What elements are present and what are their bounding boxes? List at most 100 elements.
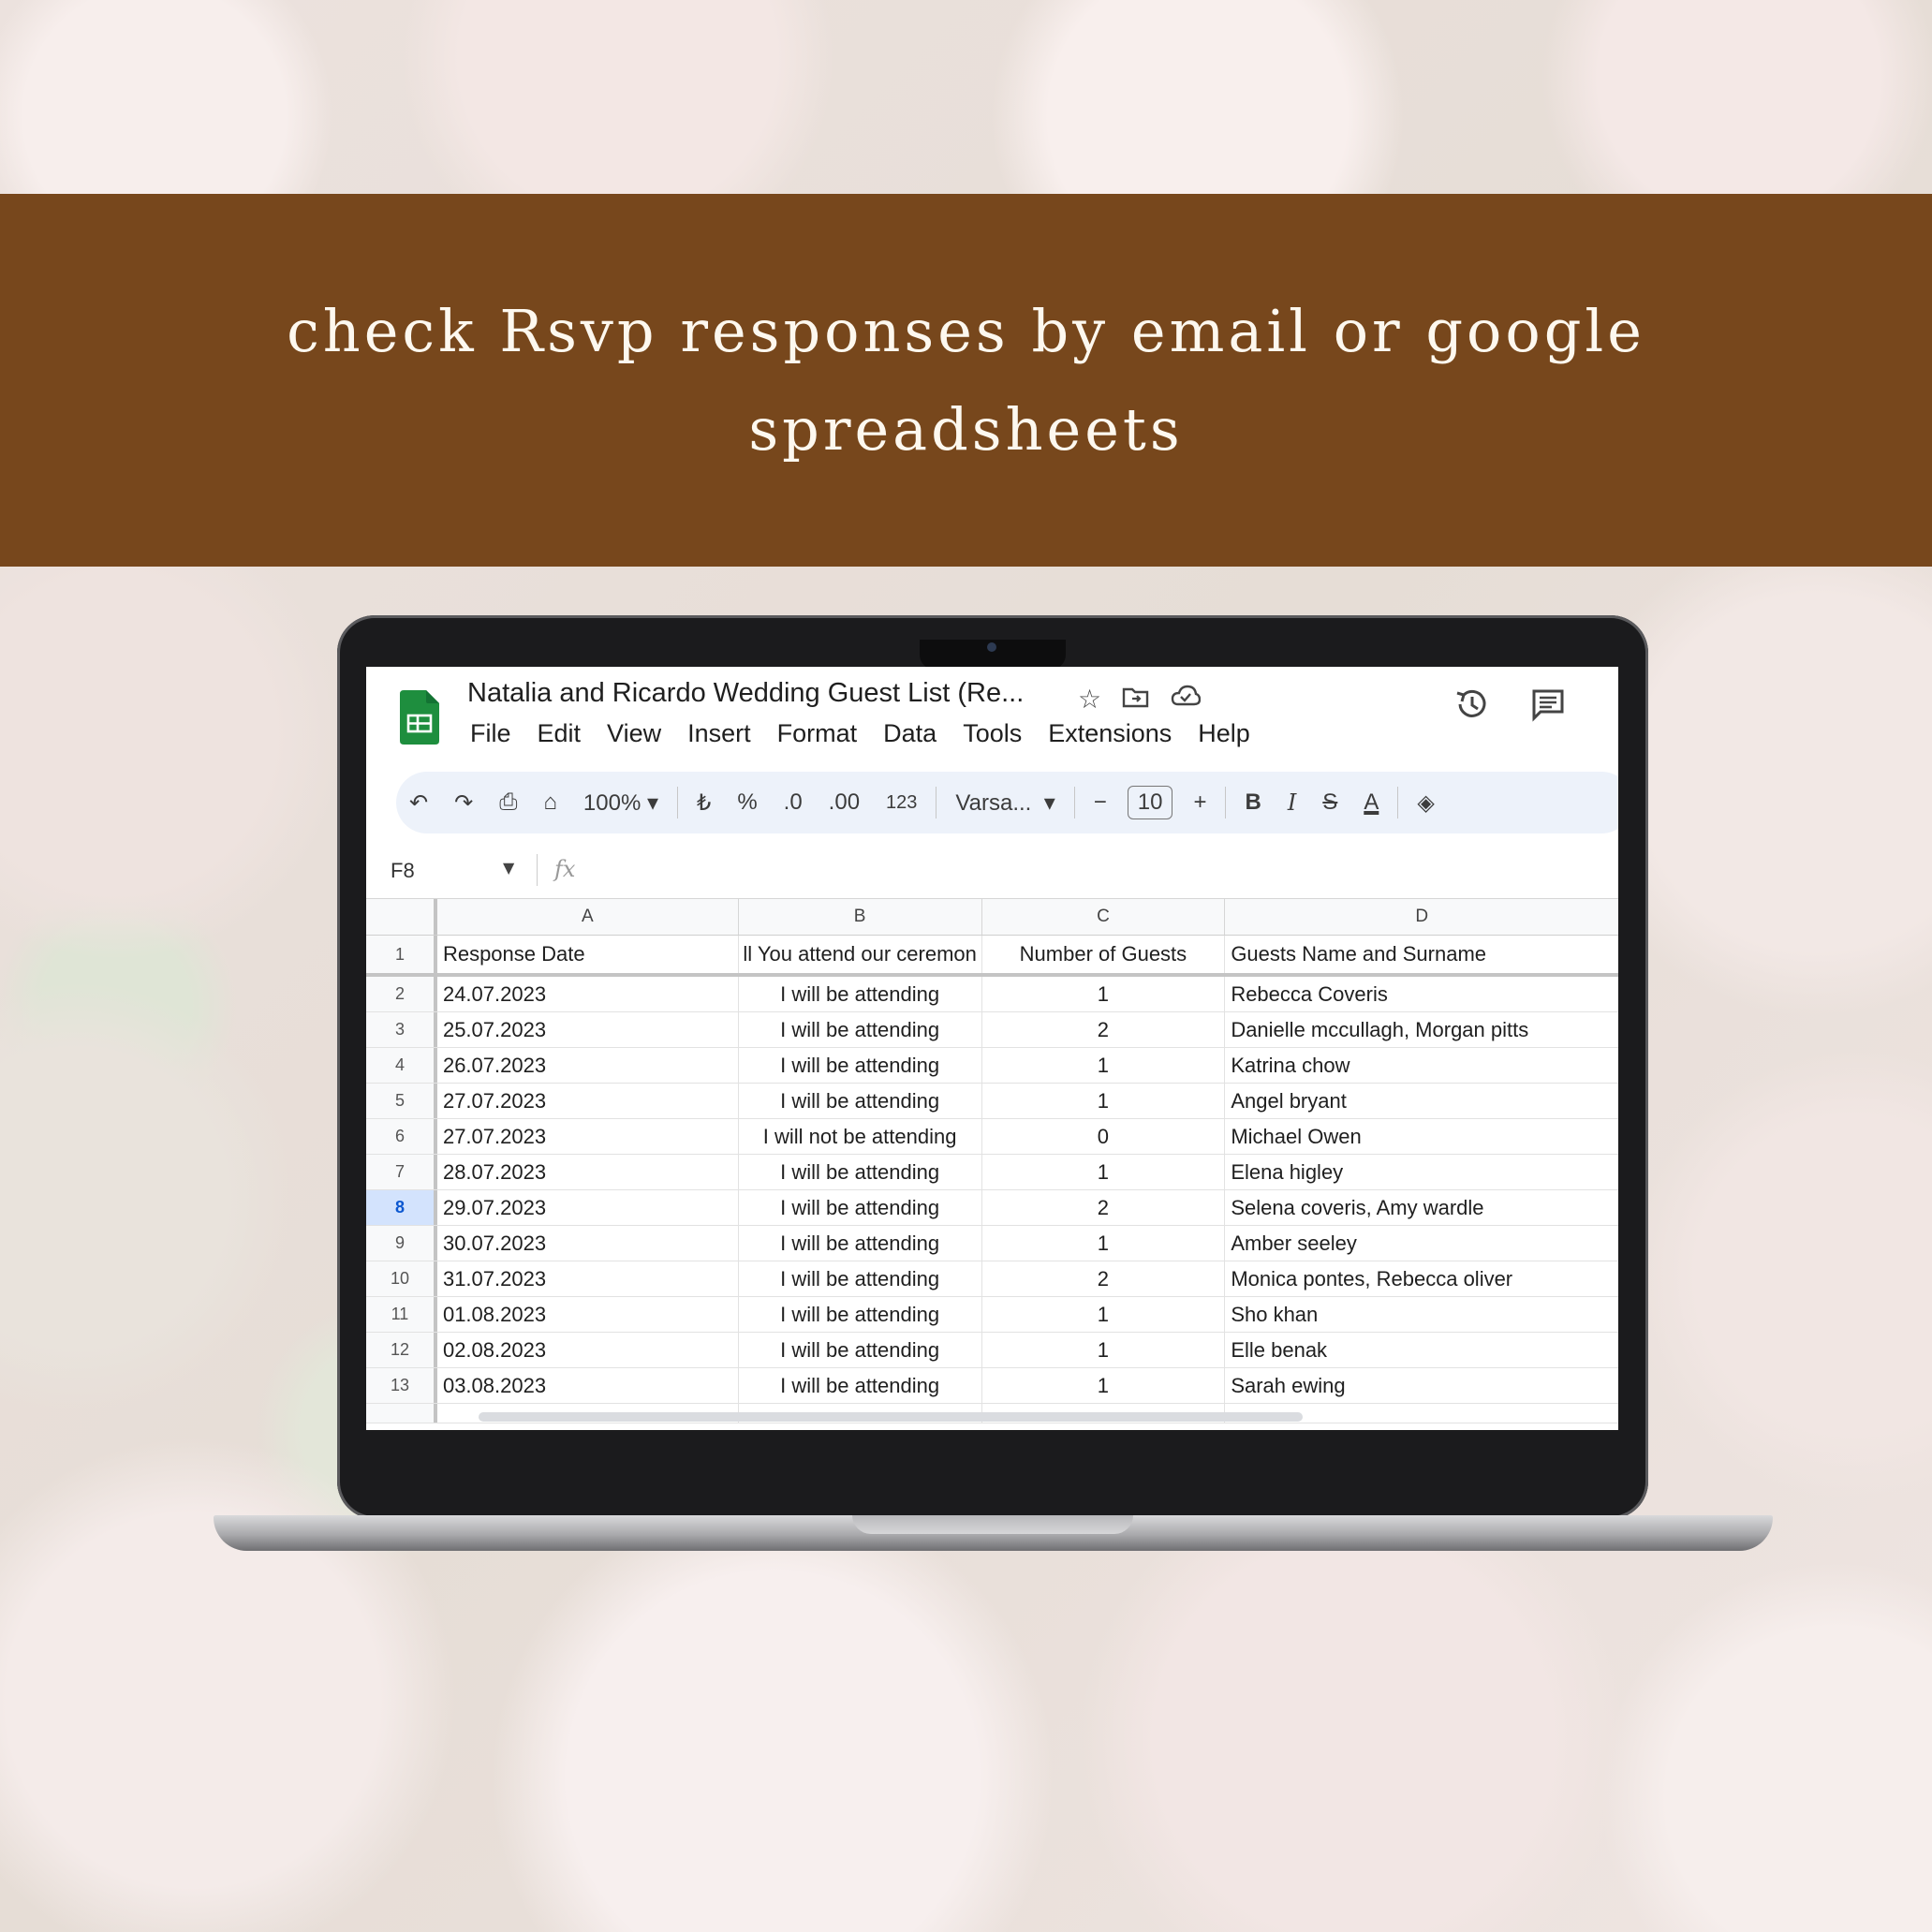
row-number[interactable] xyxy=(366,1404,437,1423)
cell-attendance[interactable]: I will be attending xyxy=(739,1084,982,1118)
column-header-c[interactable]: C xyxy=(982,899,1226,935)
cell-number-of-guests[interactable]: 1 xyxy=(982,1226,1226,1261)
sheets-logo-icon[interactable] xyxy=(400,690,439,745)
cell-guest-names[interactable]: Monica pontes, Rebecca oliver xyxy=(1225,1261,1618,1296)
cell-attendance[interactable]: I will be attending xyxy=(739,1333,982,1367)
bold-button[interactable]: B xyxy=(1231,789,1274,816)
text-color-button[interactable]: A xyxy=(1350,789,1392,816)
cell-response-date[interactable]: 31.07.2023 xyxy=(437,1261,739,1296)
print-icon[interactable]: ⎙ xyxy=(486,789,530,816)
cell-attendance[interactable]: I will be attending xyxy=(739,1048,982,1083)
cell-response-date[interactable]: 26.07.2023 xyxy=(437,1048,739,1083)
cell-guest-names[interactable]: Elle benak xyxy=(1225,1333,1618,1367)
increase-font-size-icon[interactable]: + xyxy=(1180,789,1219,816)
name-box[interactable]: F8 xyxy=(391,859,415,883)
cell-response-date[interactable]: 02.08.2023 xyxy=(437,1333,739,1367)
menu-view[interactable]: View xyxy=(604,717,664,750)
decrease-font-size-icon[interactable]: − xyxy=(1081,789,1120,816)
row-number[interactable]: 2 xyxy=(366,977,437,1011)
row-number[interactable]: 5 xyxy=(366,1084,437,1118)
cell-attendance[interactable]: I will be attending xyxy=(739,977,982,1011)
cell-attendance[interactable]: I will be attending xyxy=(739,1190,982,1225)
cell-response-date[interactable]: 30.07.2023 xyxy=(437,1226,739,1261)
menu-file[interactable]: File xyxy=(467,717,514,750)
redo-icon[interactable]: ↷ xyxy=(441,789,486,817)
cell-response-date[interactable]: 24.07.2023 xyxy=(437,977,739,1011)
row-number[interactable]: 4 xyxy=(366,1048,437,1083)
cell-guest-names[interactable]: Elena higley xyxy=(1225,1155,1618,1189)
menu-edit[interactable]: Edit xyxy=(535,717,584,750)
cell-attendance[interactable]: I will be attending xyxy=(739,1261,982,1296)
cell-response-date[interactable]: 01.08.2023 xyxy=(437,1297,739,1332)
cell-header-a[interactable]: Response Date xyxy=(437,936,739,973)
cell-number-of-guests[interactable]: 1 xyxy=(982,977,1226,1011)
cell-guest-names[interactable]: Rebecca Coveris xyxy=(1225,977,1618,1011)
cell-header-c[interactable]: Number of Guests xyxy=(982,936,1226,973)
row-number[interactable]: 10 xyxy=(366,1261,437,1296)
menu-data[interactable]: Data xyxy=(880,717,939,750)
column-header-d[interactable]: D xyxy=(1225,899,1618,935)
cell-guest-names[interactable]: Michael Owen xyxy=(1225,1119,1618,1154)
cell-number-of-guests[interactable]: 1 xyxy=(982,1368,1226,1403)
row-number[interactable]: 8 xyxy=(366,1190,437,1225)
cell-header-b[interactable]: ll You attend our ceremon xyxy=(739,936,982,973)
cell-guest-names[interactable]: Sarah ewing xyxy=(1225,1368,1618,1403)
cell-number-of-guests[interactable]: 1 xyxy=(982,1048,1226,1083)
menu-insert[interactable]: Insert xyxy=(685,717,754,750)
cell-response-date[interactable]: 29.07.2023 xyxy=(437,1190,739,1225)
paint-format-icon[interactable]: ⌂ xyxy=(530,789,570,816)
zoom-select[interactable]: 100% ▾ xyxy=(570,789,671,817)
cell-attendance[interactable]: I will be attending xyxy=(739,1155,982,1189)
row-number[interactable]: 12 xyxy=(366,1333,437,1367)
cell-number-of-guests[interactable]: 2 xyxy=(982,1012,1226,1047)
row-number[interactable]: 7 xyxy=(366,1155,437,1189)
comments-icon[interactable] xyxy=(1529,686,1567,723)
fill-color-icon[interactable]: ◈ xyxy=(1404,789,1447,817)
cell-number-of-guests[interactable]: 1 xyxy=(982,1333,1226,1367)
italic-button[interactable]: I xyxy=(1275,789,1309,816)
column-header-a[interactable]: A xyxy=(437,899,739,935)
cell-response-date[interactable]: 27.07.2023 xyxy=(437,1084,739,1118)
cell-attendance[interactable]: I will be attending xyxy=(739,1368,982,1403)
cell-guest-names[interactable]: Angel bryant xyxy=(1225,1084,1618,1118)
percent-button[interactable]: % xyxy=(724,789,770,816)
row-number[interactable]: 6 xyxy=(366,1119,437,1154)
horizontal-scrollbar[interactable] xyxy=(479,1412,1303,1422)
cell-guest-names[interactable]: Katrina chow xyxy=(1225,1048,1618,1083)
menu-help[interactable]: Help xyxy=(1195,717,1253,750)
number-format-button[interactable]: 123 xyxy=(873,792,930,814)
menu-tools[interactable]: Tools xyxy=(960,717,1025,750)
cell-response-date[interactable]: 28.07.2023 xyxy=(437,1155,739,1189)
cell-response-date[interactable]: 25.07.2023 xyxy=(437,1012,739,1047)
document-title[interactable]: Natalia and Ricardo Wedding Guest List (… xyxy=(467,678,1024,709)
increase-decimal-button[interactable]: .00 xyxy=(816,789,873,816)
cell-attendance[interactable]: I will be attending xyxy=(739,1297,982,1332)
cell-number-of-guests[interactable]: 1 xyxy=(982,1297,1226,1332)
cell-attendance[interactable]: I will not be attending xyxy=(739,1119,982,1154)
cell-guest-names[interactable]: Amber seeley xyxy=(1225,1226,1618,1261)
row-number[interactable]: 9 xyxy=(366,1226,437,1261)
cell-number-of-guests[interactable]: 2 xyxy=(982,1190,1226,1225)
strikethrough-button[interactable]: S xyxy=(1309,789,1350,816)
row-number[interactable]: 3 xyxy=(366,1012,437,1047)
font-size-input[interactable]: 10 xyxy=(1127,786,1173,819)
undo-icon[interactable]: ↶ xyxy=(396,789,441,817)
font-select[interactable]: Varsa... ▾ xyxy=(942,789,1068,817)
cloud-status-icon[interactable] xyxy=(1171,684,1202,710)
chevron-down-icon[interactable]: ▼ xyxy=(503,859,514,877)
cell-number-of-guests[interactable]: 1 xyxy=(982,1084,1226,1118)
menu-format[interactable]: Format xyxy=(774,717,861,750)
version-history-icon[interactable] xyxy=(1453,686,1490,723)
row-number[interactable]: 11 xyxy=(366,1297,437,1332)
cell-attendance[interactable]: I will be attending xyxy=(739,1012,982,1047)
cell-guest-names[interactable]: Danielle mccullagh, Morgan pitts xyxy=(1225,1012,1618,1047)
cell-guest-names[interactable]: Selena coveris, Amy wardle xyxy=(1225,1190,1618,1225)
decrease-decimal-button[interactable]: .0 xyxy=(771,789,816,816)
cell-number-of-guests[interactable]: 1 xyxy=(982,1155,1226,1189)
row-number[interactable]: 13 xyxy=(366,1368,437,1403)
cell-guest-names[interactable]: Sho khan xyxy=(1225,1297,1618,1332)
cell-response-date[interactable]: 03.08.2023 xyxy=(437,1368,739,1403)
select-all-corner[interactable] xyxy=(366,899,437,935)
column-header-b[interactable]: B xyxy=(739,899,982,935)
currency-button[interactable]: ₺ xyxy=(684,789,724,817)
